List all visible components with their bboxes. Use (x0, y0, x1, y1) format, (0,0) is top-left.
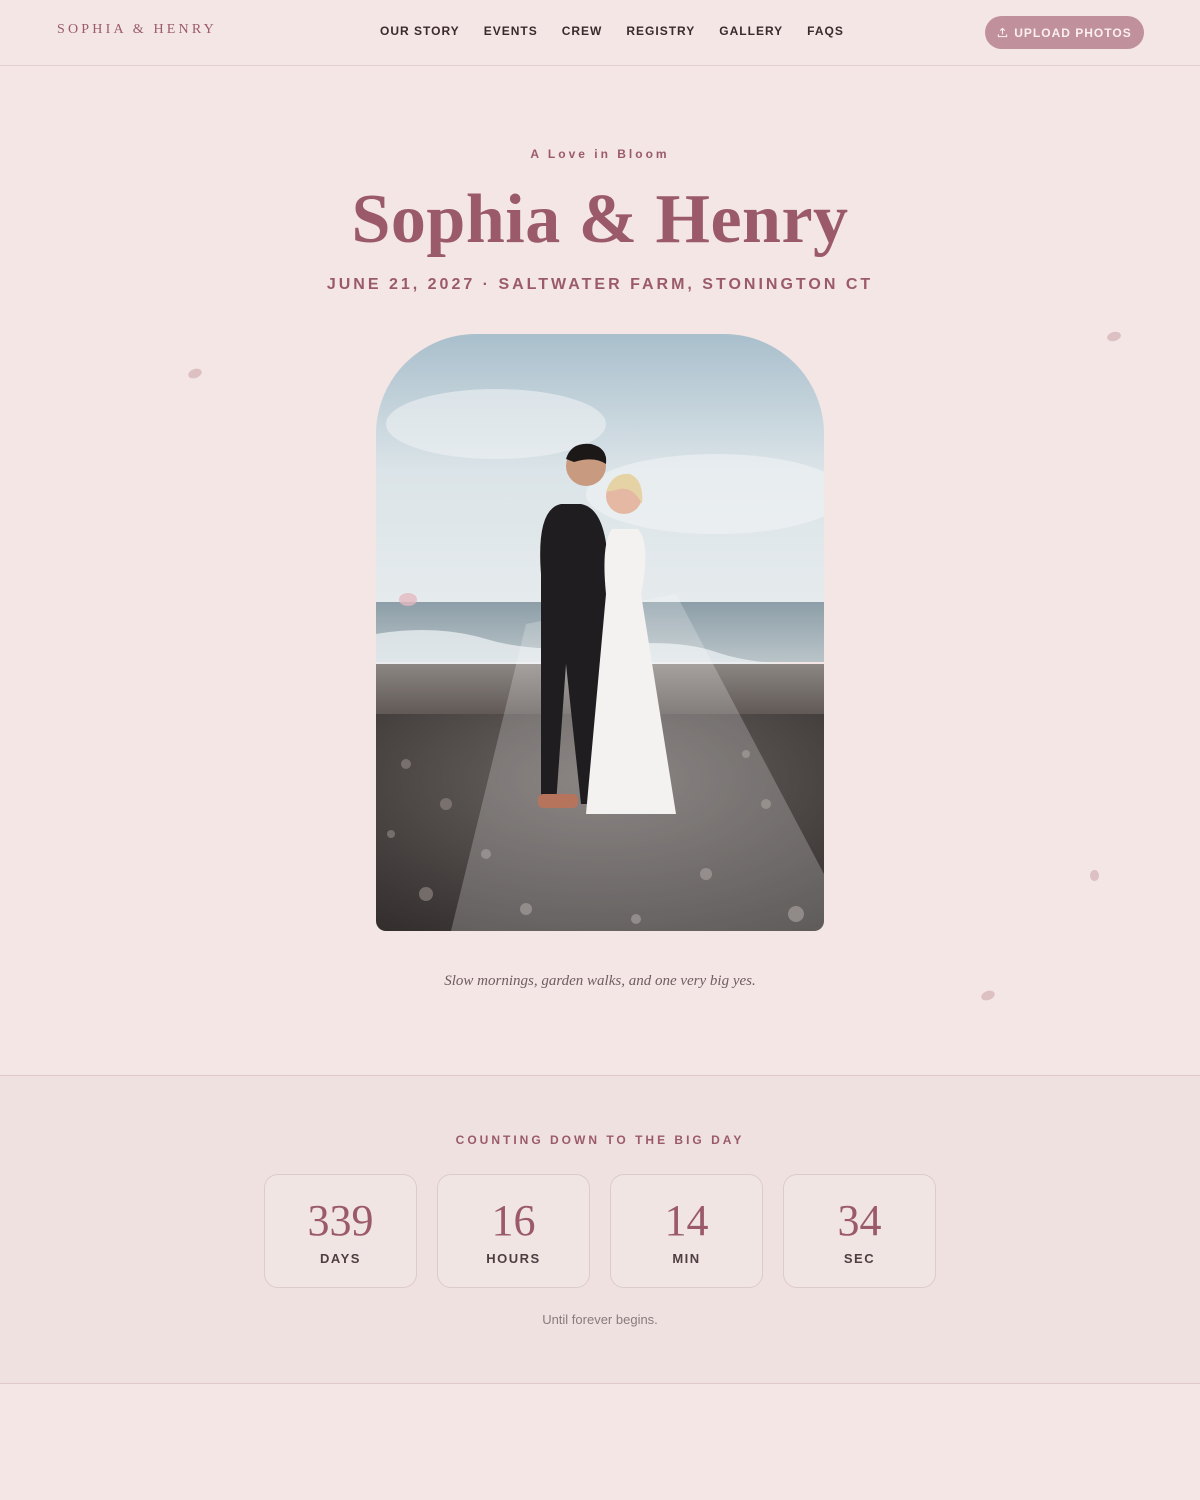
main-nav: OUR STORY EVENTS CREW REGISTRY GALLERY F… (380, 24, 868, 38)
countdown-seconds: 34 SEC (783, 1174, 936, 1288)
upload-photos-label: UPLOAD PHOTOS (1014, 25, 1132, 40)
countdown-days-value: 339 (307, 1196, 374, 1245)
countdown-minutes-value: 14 (664, 1196, 709, 1245)
countdown-heading: COUNTING DOWN TO THE BIG DAY (455, 1133, 745, 1147)
petal-decoration (1090, 870, 1099, 881)
nav-crew[interactable]: CREW (562, 24, 603, 38)
event-date-location: JUNE 21, 2027 · SALTWATER FARM, STONINGT… (326, 276, 874, 293)
countdown-hours: 16 HOURS (437, 1174, 590, 1288)
countdown-seconds-value: 34 (837, 1196, 882, 1245)
site-brand[interactable]: SOPHIA & HENRY (57, 22, 217, 38)
couple-photo (376, 334, 824, 931)
countdown-minutes-label: MIN (672, 1251, 701, 1266)
upload-icon (998, 27, 1008, 38)
countdown-seconds-label: SEC (843, 1251, 876, 1266)
site-header: SOPHIA & HENRY OUR STORY EVENTS CREW REG… (0, 0, 1200, 66)
petal-decoration (186, 366, 204, 381)
nav-our-story[interactable]: OUR STORY (380, 24, 460, 38)
petal-decoration (979, 988, 997, 1003)
hero-caption: Slow mornings, garden walks, and one ver… (444, 973, 756, 989)
nav-events[interactable]: EVENTS (484, 24, 538, 38)
countdown-footer: Until forever begins. (542, 1312, 658, 1327)
nav-faqs[interactable]: FAQS (807, 24, 844, 38)
petal-decoration (1106, 330, 1122, 343)
countdown-minutes: 14 MIN (610, 1174, 763, 1288)
countdown-days-label: DAYS (320, 1251, 361, 1266)
couple-title: Sophia & Henry (351, 181, 849, 258)
countdown-hours-value: 16 (491, 1196, 536, 1245)
countdown-section: COUNTING DOWN TO THE BIG DAY 339 DAYS 16… (0, 1075, 1200, 1384)
nav-gallery[interactable]: GALLERY (719, 24, 783, 38)
nav-registry[interactable]: REGISTRY (626, 24, 695, 38)
countdown-hours-label: HOURS (486, 1251, 541, 1266)
upload-photos-button[interactable]: UPLOAD PHOTOS (985, 16, 1144, 49)
petal-decoration (399, 593, 417, 606)
countdown-days: 339 DAYS (264, 1174, 417, 1288)
hero-tagline: A Love in Bloom (530, 147, 670, 161)
